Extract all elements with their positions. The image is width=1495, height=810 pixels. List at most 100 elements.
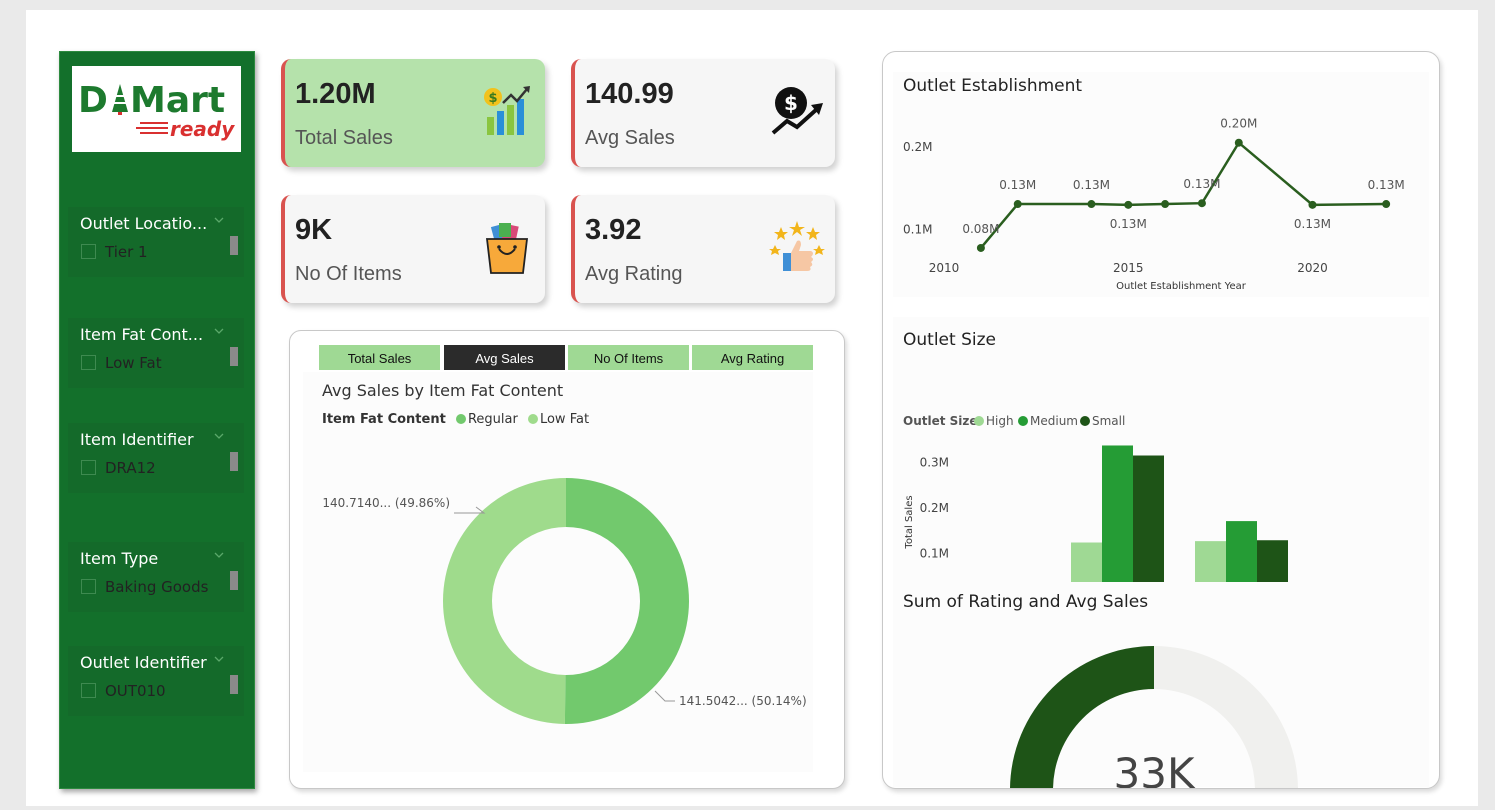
data-point[interactable] [1197, 199, 1206, 208]
data-label: 140.7140... (49.86%) [322, 496, 450, 510]
checkbox[interactable] [81, 460, 96, 475]
slicer-item-label: OUT010 [105, 682, 166, 700]
chevron-down-icon[interactable] [214, 326, 224, 336]
x-tick-label: 2020 [1297, 261, 1328, 275]
dmart-logo: D Mart ready [72, 66, 241, 152]
bar[interactable] [1071, 542, 1102, 582]
data-point[interactable] [1161, 200, 1170, 209]
data-point[interactable] [976, 243, 985, 252]
kpi-value: 1.20M [295, 78, 376, 110]
bar[interactable] [1102, 445, 1133, 582]
logo-d: D [78, 80, 108, 121]
legend-item: Small [1092, 414, 1125, 428]
scrollbar[interactable] [230, 571, 238, 590]
data-label: 141.5042... (50.14%) [679, 694, 807, 708]
kpi-card-no-of-items: 9K No Of Items [281, 195, 545, 303]
legend-marker [1018, 416, 1028, 426]
filter-sidebar: D Mart ready Outlet Locatio... Tier 1 It… [59, 51, 255, 789]
kpi-card-total-sales: 1.20M Total Sales $ [281, 59, 545, 167]
slicer-item-label: Low Fat [105, 354, 162, 372]
chevron-down-icon[interactable] [214, 654, 224, 664]
data-point[interactable] [1234, 138, 1243, 147]
kpi-label: No Of Items [295, 263, 402, 285]
checkbox[interactable] [81, 355, 96, 370]
data-label: 0.13M [1294, 217, 1331, 231]
kpi-label: Avg Rating [585, 263, 683, 285]
slicer-item-type[interactable]: Item Type Baking Goods [68, 542, 244, 612]
x-axis-label: Outlet Establishment Year [1116, 281, 1247, 292]
kpi-value: 9K [295, 214, 333, 246]
kpi-card-avg-sales: 140.99 Avg Sales $ [571, 59, 835, 167]
kpi-label: Avg Sales [585, 127, 675, 149]
y-tick-label: 0.1M [903, 223, 932, 237]
slicer-outlet-location[interactable]: Outlet Locatio... Tier 1 [68, 207, 244, 277]
line-chart: 0.1M 0.2M 2010 2015 2020 Outlet Establishment… [903, 117, 1405, 292]
slicer-item-label: Baking Goods [105, 578, 209, 596]
donut-chart-panel: Total Sales Avg Sales No Of Items Avg Ra… [289, 330, 845, 789]
donut-slice[interactable] [443, 478, 566, 724]
leader-line [654, 690, 675, 702]
bar[interactable] [1195, 541, 1226, 582]
data-point[interactable] [1308, 200, 1317, 209]
y-tick-label: 0.3M [920, 455, 949, 469]
data-label: 0.08M [962, 222, 999, 236]
slicer-outlet-identifier[interactable]: Outlet Identifier OUT010 [68, 646, 244, 716]
slicer-title: Outlet Locatio... [80, 214, 208, 233]
bar[interactable] [1133, 455, 1164, 583]
checkbox[interactable] [81, 579, 96, 594]
scrollbar[interactable] [230, 675, 238, 694]
kpi-value: 140.99 [585, 78, 674, 110]
data-label: 0.13M [1368, 178, 1405, 192]
checkbox[interactable] [81, 244, 96, 259]
gauge-value: 33K [1114, 749, 1196, 789]
thumbs-up-stars-icon [769, 221, 825, 271]
data-label: 0.20M [1220, 117, 1257, 131]
chevron-down-icon[interactable] [214, 431, 224, 441]
slicer-title: Item Type [80, 549, 159, 568]
chevron-down-icon[interactable] [214, 215, 224, 225]
leader-line [454, 506, 486, 514]
scrollbar[interactable] [230, 347, 238, 366]
data-label: 0.13M [1073, 178, 1110, 192]
y-tick-label: 0.2M [920, 501, 949, 515]
data-point[interactable] [1087, 200, 1096, 209]
slicer-item-fat-content[interactable]: Item Fat Cont... Low Fat [68, 318, 244, 388]
slicer-title: Item Identifier [80, 430, 194, 449]
series-line [979, 140, 1387, 249]
svg-text:$: $ [488, 91, 497, 106]
data-point[interactable] [1013, 200, 1022, 209]
slicer-item-label: Tier 1 [105, 243, 148, 261]
y-axis-label: Total Sales [904, 495, 915, 549]
slicer-item-identifier[interactable]: Item Identifier DRA12 [68, 423, 244, 493]
slicer-title: Outlet Identifier [80, 653, 207, 672]
bar[interactable] [1226, 521, 1257, 582]
data-point[interactable] [1382, 200, 1391, 209]
dmart-logo-graphic: D Mart ready [78, 80, 235, 141]
svg-text:$: $ [784, 91, 798, 115]
bar-chart: Outlet SizeHighMediumSmall0.0M0.1M0.2M0.… [903, 414, 1288, 583]
scrollbar[interactable] [230, 452, 238, 471]
slicer-item-label: DRA12 [105, 459, 156, 477]
growth-chart-icon: $ [484, 86, 530, 135]
logo-mart: Mart [130, 80, 225, 121]
scrollbar[interactable] [230, 236, 238, 255]
kpi-value: 3.92 [585, 214, 642, 246]
chevron-down-icon[interactable] [214, 550, 224, 560]
data-point[interactable] [1124, 200, 1133, 209]
donut-chart: 141.5042... (50.14%) 140.7140... (49.86%) [322, 478, 807, 724]
donut-slice[interactable] [564, 478, 690, 724]
legend-marker [974, 416, 984, 426]
gauge-chart: 33K14167K [1010, 646, 1298, 789]
y-tick-label: 0.1M [920, 546, 949, 560]
data-label: 0.13M [1110, 217, 1147, 231]
right-charts-panel: Outlet Establishment 0.1M 0.2M 2010 2015 202… [882, 51, 1440, 789]
data-label: 0.13M [999, 178, 1036, 192]
legend-item: Medium [1030, 414, 1078, 428]
checkbox[interactable] [81, 683, 96, 698]
x-tick-label: 2015 [1113, 261, 1144, 275]
kpi-card-avg-rating: 3.92 Avg Rating [571, 195, 835, 303]
logo-ready: ready [170, 117, 235, 141]
x-tick-label: 2010 [929, 261, 960, 275]
bar[interactable] [1257, 540, 1288, 582]
slicer-title: Item Fat Cont... [80, 325, 204, 344]
